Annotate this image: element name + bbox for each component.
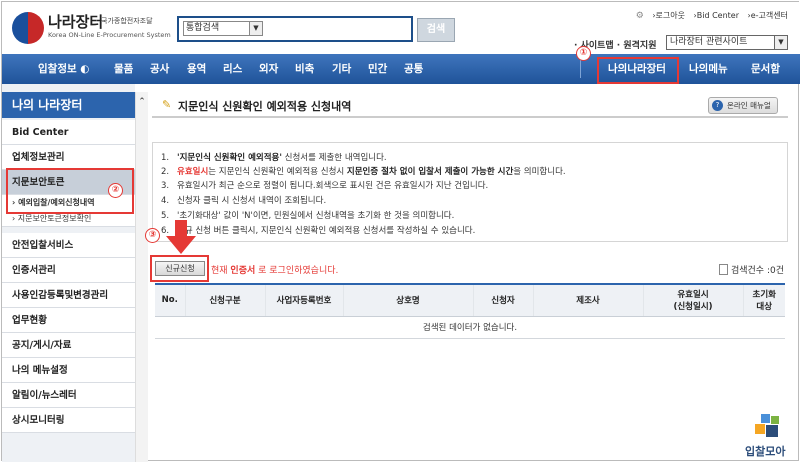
column-header: 신청자 — [473, 284, 534, 317]
notice-box: 1. '지문인식 신원확인 예외적용' 신청서를 제출한 내역입니다. 2. 유효일… — [152, 142, 788, 242]
nav-bid-info[interactable]: 입찰정보 ◐ — [38, 54, 89, 84]
top-links: ⚙ ›로그아웃 ›Bid Center ›e-고객센터 — [630, 10, 788, 21]
nav-foreign[interactable]: 외자 — [259, 54, 278, 84]
notice-line: 6. 신규 신청 버튼 클릭시, 지문인식 신원확인 예외적용 신청서를 작성하실… — [161, 226, 476, 236]
search-button[interactable]: 검색 — [417, 18, 455, 42]
application-table: No. 신청구분 사업자등록번호 상호명 신청자 제조사 유효일시 (신청일시)… — [155, 283, 785, 339]
main-nav: 입찰정보 ◐ 물품 공사 용역 리스 외자 비축 기타 민간 공통 나의나라장터… — [2, 54, 800, 84]
mouse-icon: ◐ — [80, 63, 90, 75]
page-frame: 나라장터 국가종합전자조달 Korea ON-Line E-Procuremen… — [1, 1, 800, 462]
watermark-text: 입찰모아 — [745, 445, 786, 458]
sidebar-item-monitoring[interactable]: 상시모니터링 — [2, 408, 135, 433]
nav-etc[interactable]: 기타 — [332, 54, 351, 84]
column-header: No. — [155, 284, 186, 317]
chevron-up-icon[interactable]: ⌃ — [136, 96, 148, 108]
sidebar-item-bid-center[interactable]: Bid Center — [2, 120, 135, 145]
annotation-box-3 — [150, 255, 209, 282]
column-header: 상호명 — [343, 284, 474, 317]
content-header: ✎ 지문인식 신원확인 예외적용 신청내역 ? 온라인 매뉴얼 — [152, 96, 788, 118]
notice-line: 4. 신청자 클릭 시 신청서 내역이 조회됩니다. — [161, 196, 327, 206]
document-icon — [718, 264, 728, 275]
nav-stockpile[interactable]: 비축 — [295, 54, 314, 84]
annotation-marker-3: ③ — [145, 228, 160, 243]
sidebar-item-company-info[interactable]: 업체정보관리 — [2, 145, 135, 170]
sidebar-item-menu-settings[interactable]: 나의 메뉴설정 — [2, 358, 135, 383]
annotation-marker-1: ① — [576, 46, 591, 61]
column-header: 유효일시 (신청일시) — [643, 284, 744, 317]
sidebar-item-notice[interactable]: 공지/게시/자료 — [2, 333, 135, 358]
table-row: 검색된 데이터가 없습니다. — [155, 316, 785, 339]
column-header: 사업자등록번호 — [265, 284, 344, 317]
nav-service[interactable]: 용역 — [187, 54, 206, 84]
search-type-select[interactable]: 통합검색 ▼ — [183, 21, 263, 36]
watermark-logo-icon — [755, 414, 779, 437]
logo-emblem-icon[interactable] — [12, 12, 44, 44]
logout-link[interactable]: ›로그아웃 — [652, 11, 685, 20]
related-sites-select[interactable]: 나라장터 관련사이트 ▼ — [666, 35, 788, 50]
empty-message: 검색된 데이터가 없습니다. — [155, 316, 785, 339]
nav-doc-box[interactable]: 문서함 — [751, 54, 780, 84]
nav-goods[interactable]: 물품 — [114, 54, 133, 84]
online-manual-button[interactable]: ? 온라인 매뉴얼 — [708, 97, 778, 114]
annotation-box-1 — [597, 57, 679, 84]
logo-english: Korea ON-Line E-Procurement System — [48, 31, 171, 39]
page-title: 지문인식 신원확인 예외적용 신청내역 — [178, 100, 352, 113]
sidebar-item-safe-bid[interactable]: 안전입찰서비스 — [2, 233, 135, 258]
customer-center-link[interactable]: ›e-고객센터 — [748, 11, 788, 20]
logo-subtitle: 국가종합전자조달 — [101, 17, 153, 25]
result-count: 검색건수 :0건 — [718, 263, 784, 276]
column-header: 제조사 — [533, 284, 644, 317]
logo-title[interactable]: 나라장터 — [48, 11, 103, 32]
sidebar-item-newsletter[interactable]: 알림이/뉴스레터 — [2, 383, 135, 408]
column-header: 초기화 대상 — [743, 284, 785, 317]
sidebar-item-work-status[interactable]: 업무현황 — [2, 308, 135, 333]
sidebar-item-seal[interactable]: 사용인감등록및변경관리 — [2, 283, 135, 308]
gear-icon: ⚙ — [635, 11, 644, 21]
pencil-icon: ✎ — [162, 98, 172, 111]
related-sites-value: 나라장터 관련사이트 — [670, 37, 748, 47]
sidebar-scrollbar[interactable]: ⌃ — [135, 92, 148, 462]
nav-private[interactable]: 민간 — [368, 54, 387, 84]
column-header: 신청구분 — [185, 284, 266, 317]
sidebar: 나의 나라장터 Bid Center 업체정보관리 지문보안토큰 › 예외입찰/… — [2, 84, 135, 462]
nav-construction[interactable]: 공사 — [150, 54, 169, 84]
notice-line: 1. '지문인식 신원확인 예외적용' 신청서를 제출한 내역입니다. — [161, 153, 387, 163]
sidebar-item-certificate[interactable]: 인증서관리 — [2, 258, 135, 283]
arrow-down-icon — [166, 220, 196, 254]
notice-line: 5. '초기화대상' 값이 'N'이면, 민원실에서 신청내역을 초기화 한 것을… — [161, 211, 455, 221]
notice-line: 2. 유효일시는 지문인식 신원확인 예외적용 신청시 지문인증 절차 없이 입찰… — [161, 167, 566, 177]
nav-divider — [580, 60, 581, 78]
online-manual-label: 온라인 매뉴얼 — [727, 101, 771, 110]
nav-lease[interactable]: 리스 — [223, 54, 242, 84]
chevron-down-icon: ▼ — [774, 36, 787, 49]
search-box: 통합검색 ▼ — [177, 16, 413, 42]
login-status-message: 현재 인증서 로 로그인하였습니다. — [211, 266, 339, 276]
header: 나라장터 국가종합전자조달 Korea ON-Line E-Procuremen… — [2, 2, 800, 54]
help-icon: ? — [712, 100, 723, 111]
annotation-marker-2: ② — [108, 183, 123, 198]
notice-line: 3. 유효일시가 최근 순으로 정렬이 됩니다.회색으로 표시된 건은 유효일시가… — [161, 181, 489, 191]
bid-center-link[interactable]: ›Bid Center — [694, 11, 739, 20]
chevron-down-icon: ▼ — [249, 22, 262, 35]
search-type-value: 통합검색 — [186, 23, 220, 33]
nav-my-menu[interactable]: 나의메뉴 — [689, 54, 728, 84]
nav-common[interactable]: 공통 — [404, 54, 423, 84]
sidebar-title: 나의 나라장터 — [2, 92, 135, 118]
